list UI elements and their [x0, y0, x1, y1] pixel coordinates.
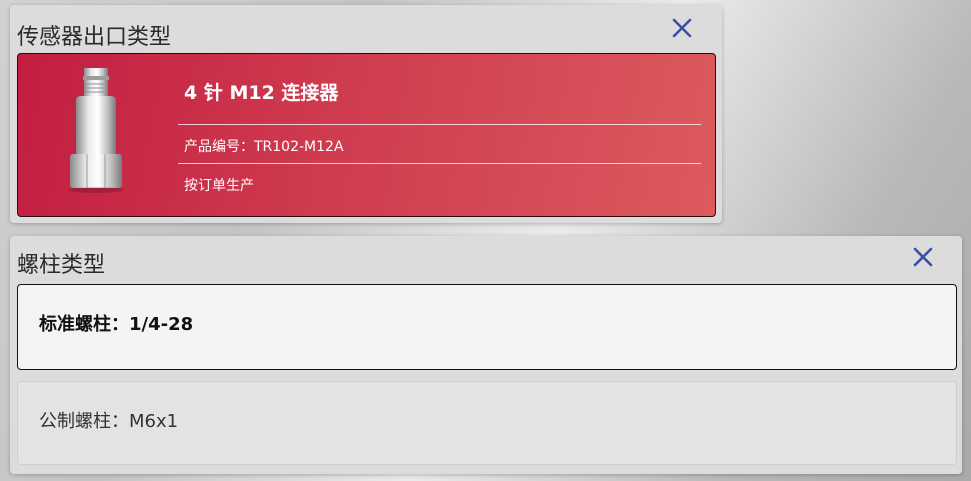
option-label: 标准螺柱：1/4-28 — [39, 314, 194, 335]
sensor-image — [56, 66, 136, 196]
option-label: 公制螺柱：M6x1 — [39, 411, 179, 432]
close-icon[interactable] — [671, 17, 693, 39]
stud-type-panel: 螺柱类型 标准螺柱：1/4-28 公制螺柱：M6x1 — [10, 236, 962, 474]
connector-option-card[interactable]: 4 针 M12 连接器 产品编号：TR102-M12A 按订单生产 — [17, 53, 716, 217]
panel-title: 传感器出口类型 — [17, 25, 172, 50]
divider — [178, 124, 701, 125]
divider — [178, 163, 701, 164]
availability-text: 按订单生产 — [184, 178, 254, 194]
product-code: 产品编号：TR102-M12A — [184, 139, 344, 155]
close-icon[interactable] — [912, 246, 934, 268]
sensor-output-panel: 传感器出口类型 4 针 M12 连接器 产品编号：TR102-M12A 按订单生… — [10, 5, 722, 223]
stud-option-metric[interactable]: 公制螺柱：M6x1 — [17, 381, 957, 465]
connector-title: 4 针 M12 连接器 — [184, 82, 339, 104]
stud-option-standard[interactable]: 标准螺柱：1/4-28 — [17, 284, 957, 370]
panel-title: 螺柱类型 — [17, 253, 106, 278]
